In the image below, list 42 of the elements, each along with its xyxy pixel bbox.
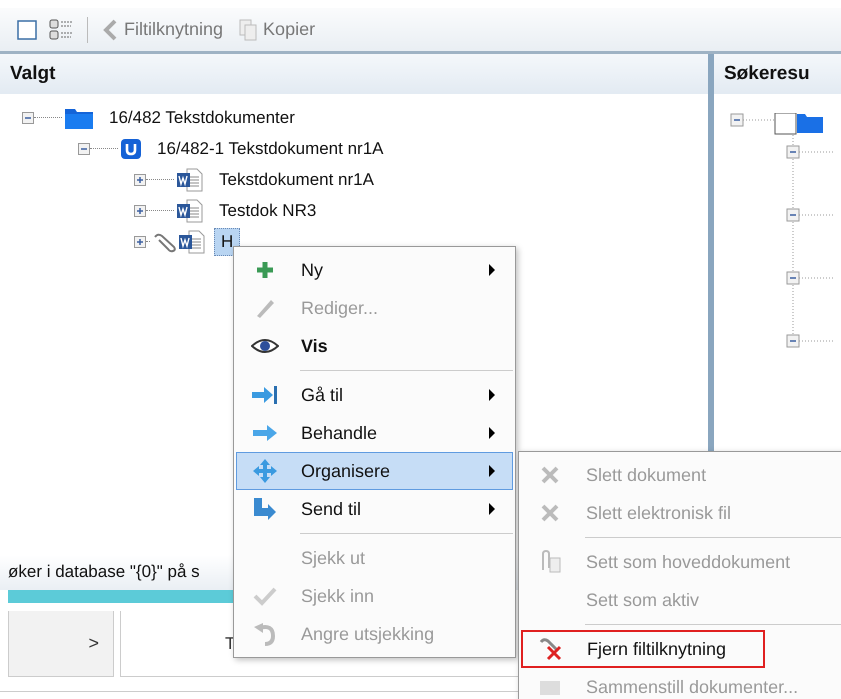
unlink-icon: [538, 637, 564, 661]
menu-item[interactable]: Gå til: [236, 376, 513, 414]
x-icon: [541, 466, 559, 484]
check-icon: [253, 586, 277, 606]
pane-title: Valgt: [10, 63, 56, 85]
document-icon: [539, 679, 561, 695]
undo-icon: [253, 622, 277, 646]
word-document-icon: [178, 230, 206, 254]
tree-item[interactable]: Tekstdokument nr1A: [212, 166, 381, 194]
word-document-icon: [176, 168, 204, 192]
checkbox-icon[interactable]: [17, 20, 37, 40]
paperclip-icon: [539, 550, 561, 574]
menu-item[interactable]: Send til: [236, 490, 513, 528]
list-icon[interactable]: [49, 18, 75, 40]
move-arrows-icon: [252, 458, 278, 484]
eye-icon: [251, 338, 279, 354]
tree-item[interactable]: Testdok NR3: [212, 196, 324, 224]
arrow-to-bar-icon: [251, 384, 279, 406]
pencil-icon: [254, 297, 276, 319]
u-badge-icon: [120, 138, 142, 160]
tree-item[interactable]: H: [214, 228, 240, 256]
pane-title: Søkeresu: [724, 63, 810, 85]
send-icon: [252, 496, 278, 522]
word-document-icon: [176, 198, 204, 222]
nav-arrow[interactable]: >: [88, 633, 99, 654]
menu-item[interactable]: Fjern filtilknytning: [521, 630, 765, 668]
tree-item[interactable]: 16/482-1 Tekstdokument nr1A: [150, 134, 390, 162]
expand-icon[interactable]: [134, 174, 146, 186]
collapse-icon[interactable]: [78, 142, 90, 154]
copy-icon: [239, 18, 258, 40]
expand-icon[interactable]: [134, 236, 146, 248]
menu-item[interactable]: Vis: [236, 327, 513, 365]
expand-icon[interactable]: [134, 204, 146, 216]
plus-icon: [255, 260, 275, 280]
chevron-left-icon: [102, 18, 118, 40]
tree-item[interactable]: 16/482 Tekstdokumenter: [102, 104, 302, 132]
collapse-icon[interactable]: [22, 112, 34, 124]
menu-item[interactable]: Organisere: [236, 452, 513, 490]
arrow-right-icon: [251, 422, 279, 444]
menu-item[interactable]: Behandle: [236, 414, 513, 452]
status-text: øker i database "{0}" på s: [8, 562, 200, 582]
x-icon: [541, 504, 559, 522]
